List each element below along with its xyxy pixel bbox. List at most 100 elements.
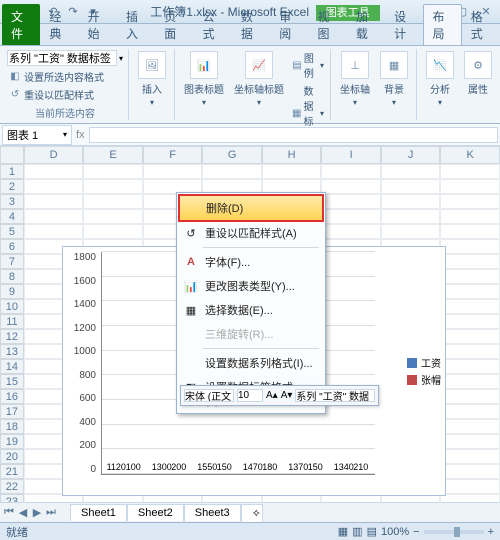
ctx-format-series[interactable]: 设置数据系列格式(I)... — [179, 351, 323, 375]
row-header[interactable]: 3 — [0, 194, 24, 209]
row-header[interactable]: 5 — [0, 224, 24, 239]
sheet-nav-last-icon[interactable]: ⏭ — [44, 506, 58, 519]
cell[interactable] — [381, 164, 441, 179]
row-header[interactable]: 14 — [0, 359, 24, 374]
col-header[interactable]: H — [262, 146, 322, 164]
row-header[interactable]: 10 — [0, 299, 24, 314]
row-header[interactable]: 19 — [0, 434, 24, 449]
tab-home[interactable]: 开始 — [79, 4, 117, 45]
row-header[interactable]: 7 — [0, 254, 24, 269]
selection-combo[interactable] — [7, 50, 117, 66]
legend-item[interactable]: 工资 — [407, 355, 441, 370]
row-header[interactable]: 2 — [0, 179, 24, 194]
axes-button[interactable]: ⊥坐标轴▾ — [336, 49, 374, 109]
cell[interactable] — [440, 359, 500, 374]
row-header[interactable]: 20 — [0, 449, 24, 464]
sheet-tab[interactable]: Sheet2 — [127, 504, 184, 521]
row-header[interactable]: 11 — [0, 314, 24, 329]
tab-format[interactable]: 格式 — [462, 4, 500, 45]
tab-page[interactable]: 页面 — [155, 4, 193, 45]
name-box[interactable]: 图表 1▾ — [2, 125, 72, 145]
new-sheet-button[interactable]: ✧ — [241, 504, 263, 522]
axis-title-button[interactable]: 📈坐标轴标题▾ — [230, 49, 288, 109]
row-header[interactable]: 6 — [0, 239, 24, 254]
sheet-tab[interactable]: Sheet3 — [184, 504, 241, 521]
ctx-reset-style[interactable]: ↺重设以匹配样式(A) — [179, 221, 323, 245]
tab-classic[interactable]: 经典 — [40, 4, 78, 45]
cell[interactable] — [440, 479, 500, 494]
legend-button[interactable]: ▤图例 ▾ — [290, 49, 326, 81]
cell[interactable] — [440, 224, 500, 239]
formula-input[interactable] — [89, 127, 498, 143]
mini-series-combo[interactable] — [295, 389, 375, 402]
tab-file[interactable]: 文件 — [2, 4, 40, 45]
cell[interactable] — [83, 164, 143, 179]
cell[interactable] — [440, 284, 500, 299]
cell[interactable] — [440, 464, 500, 479]
row-header[interactable]: 16 — [0, 389, 24, 404]
zoom-in-icon[interactable]: + — [488, 526, 494, 538]
cell[interactable] — [321, 209, 381, 224]
col-header[interactable]: K — [440, 146, 500, 164]
grow-font-icon[interactable]: A▴ — [266, 390, 278, 401]
row-header[interactable]: 9 — [0, 284, 24, 299]
col-header[interactable]: I — [321, 146, 381, 164]
row-header[interactable]: 18 — [0, 419, 24, 434]
zoom-level[interactable]: 100% — [381, 526, 409, 538]
cell[interactable] — [440, 254, 500, 269]
cell[interactable] — [440, 299, 500, 314]
cell[interactable] — [381, 194, 441, 209]
cell[interactable] — [440, 449, 500, 464]
gridlines-button[interactable]: ▦背景▾ — [376, 49, 412, 109]
chart-legend[interactable]: 工资 张帽 — [407, 353, 441, 389]
zoom-out-icon[interactable]: − — [413, 526, 419, 538]
tab-view[interactable]: 视图 — [309, 4, 347, 45]
chart-title-button[interactable]: 📊图表标题▾ — [180, 49, 228, 109]
view-normal-icon[interactable]: ▦ — [338, 525, 348, 538]
row-header[interactable]: 13 — [0, 344, 24, 359]
row-header[interactable]: 12 — [0, 329, 24, 344]
cell[interactable] — [440, 269, 500, 284]
col-header[interactable]: E — [83, 146, 143, 164]
cell[interactable] — [381, 209, 441, 224]
ctx-delete[interactable]: 删除(D) — [178, 194, 324, 222]
col-header[interactable]: J — [381, 146, 441, 164]
row-header[interactable]: 21 — [0, 464, 24, 479]
cell[interactable] — [24, 194, 84, 209]
row-header[interactable]: 23 — [0, 494, 24, 502]
col-header[interactable]: D — [24, 146, 84, 164]
analysis-button[interactable]: 📉分析▾ — [422, 49, 458, 109]
sheet-nav-next-icon[interactable]: ▶ — [30, 506, 44, 519]
cell[interactable] — [440, 239, 500, 254]
ctx-font[interactable]: A字体(F)... — [179, 250, 323, 274]
properties-button[interactable]: ⚙属性 — [460, 49, 496, 98]
cell[interactable] — [381, 224, 441, 239]
tab-layout[interactable]: 布局 — [423, 4, 461, 45]
cell[interactable] — [440, 194, 500, 209]
cell[interactable] — [381, 179, 441, 194]
row-header[interactable]: 4 — [0, 209, 24, 224]
cell[interactable] — [24, 209, 84, 224]
tab-review[interactable]: 审阅 — [270, 4, 308, 45]
row-header[interactable]: 8 — [0, 269, 24, 284]
shrink-font-icon[interactable]: A▾ — [281, 390, 293, 401]
tab-data[interactable]: 数据 — [232, 4, 270, 45]
fx-icon[interactable]: fx — [76, 129, 85, 141]
cell[interactable] — [83, 179, 143, 194]
tab-insert[interactable]: 插入 — [117, 4, 155, 45]
cell[interactable] — [24, 224, 84, 239]
cell[interactable] — [440, 494, 500, 502]
cell[interactable] — [440, 329, 500, 344]
view-break-icon[interactable]: ▤ — [367, 525, 377, 538]
cell[interactable] — [440, 164, 500, 179]
sheet-nav-prev-icon[interactable]: ◀ — [16, 506, 30, 519]
row-header[interactable]: 17 — [0, 404, 24, 419]
tab-addins[interactable]: 加载 — [347, 4, 385, 45]
mini-font-combo[interactable] — [184, 389, 234, 402]
cell[interactable] — [321, 224, 381, 239]
format-selection-button[interactable]: ◧设置所选内容格式 — [6, 68, 106, 85]
cell[interactable] — [440, 314, 500, 329]
zoom-slider[interactable] — [424, 530, 484, 534]
cell[interactable] — [440, 344, 500, 359]
row-header[interactable]: 22 — [0, 479, 24, 494]
